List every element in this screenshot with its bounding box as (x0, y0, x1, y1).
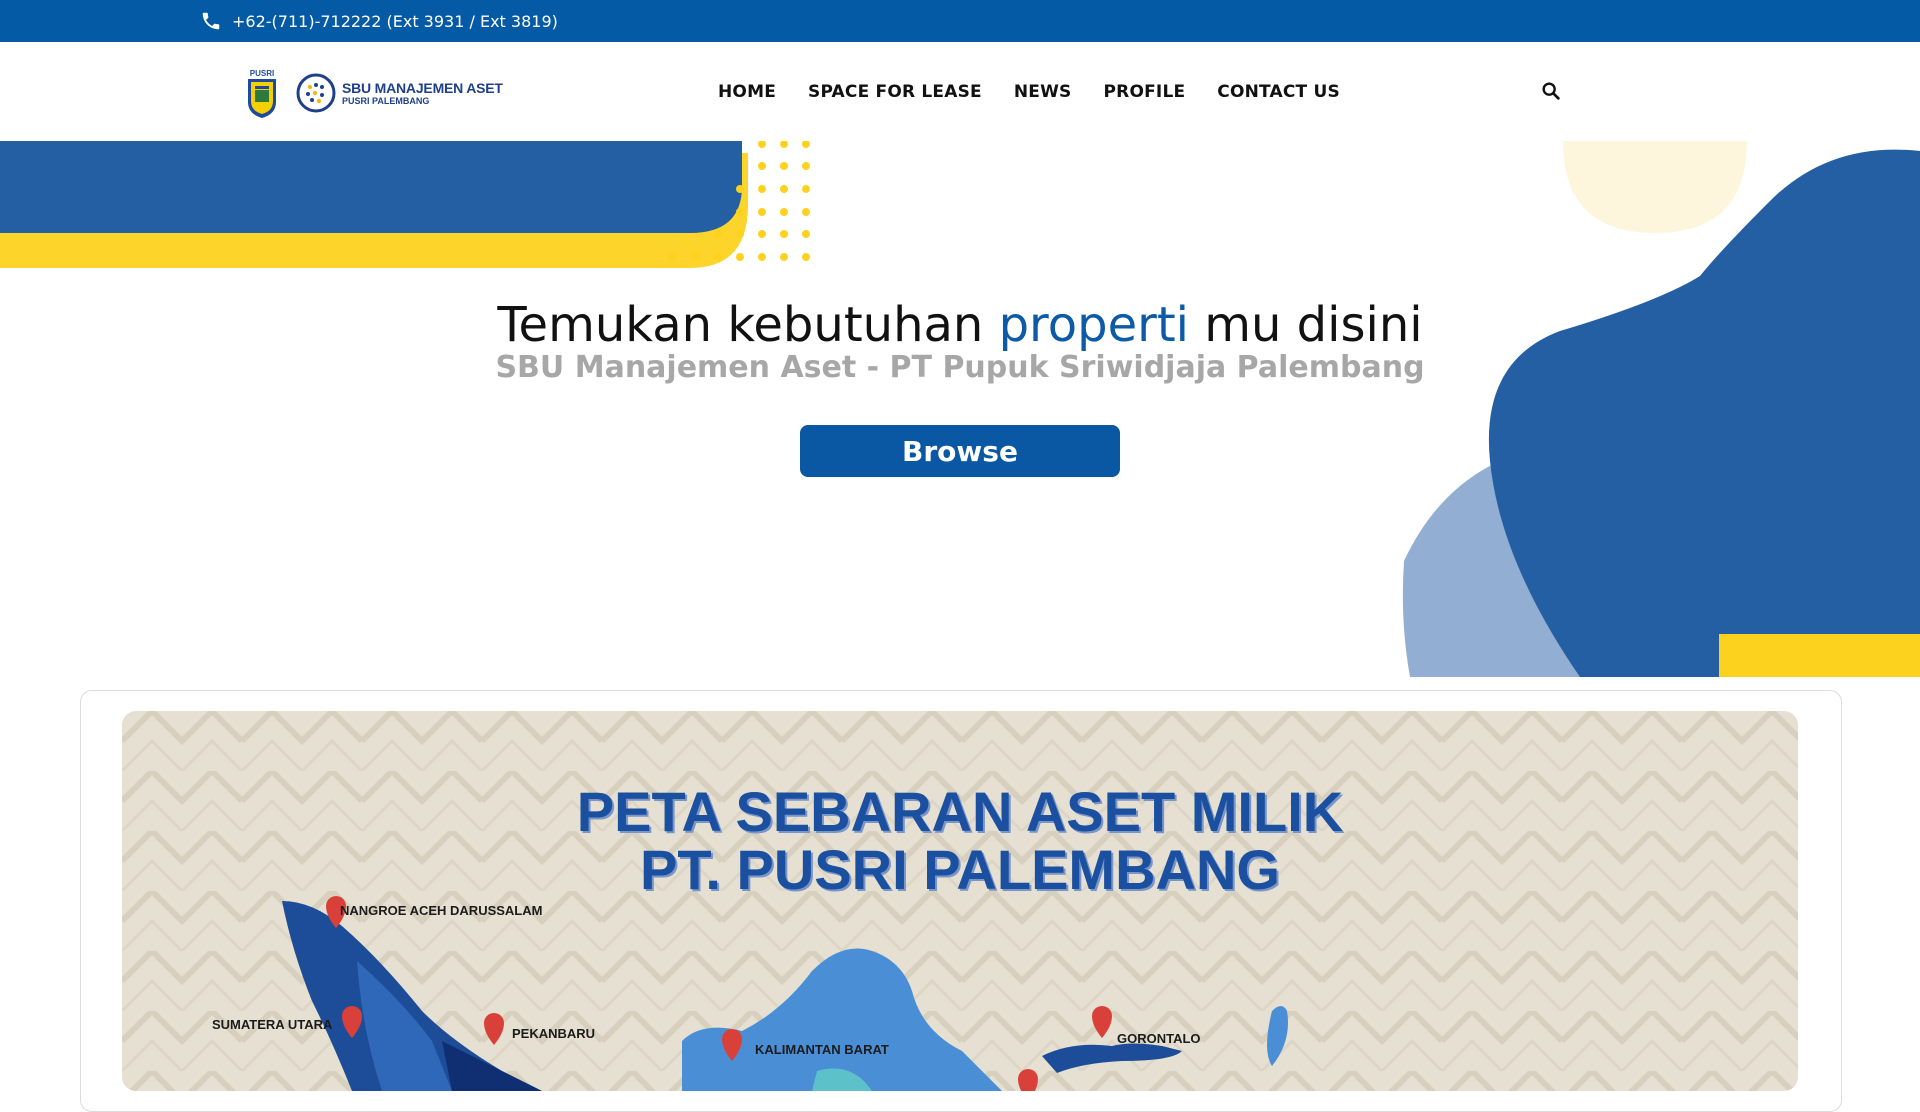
map-title-line2: PT. PUSRI PALEMBANG (640, 838, 1280, 901)
nav-menu: HOME SPACE FOR LEASE NEWS PROFILE CONTAC… (718, 80, 1340, 104)
hero-subtitle: SBU Manajemen Aset - PT Pupuk Sriwidjaja… (495, 350, 1425, 385)
hero-title-start: Temukan kebutuhan (497, 297, 999, 353)
hero-decoration (0, 141, 1920, 677)
nav-home[interactable]: HOME (718, 82, 776, 102)
search-icon[interactable] (1540, 80, 1562, 102)
map-label-sumatera-utara: SUMATERA UTARA (212, 1017, 333, 1032)
browse-button[interactable]: Browse (800, 425, 1120, 477)
map-label-aceh: NANGROE ACEH DARUSSALAM (340, 903, 543, 918)
sbu-title: SBU MANAJEMEN ASET (342, 79, 503, 96)
asset-map-image: PETA SEBARAN ASET MILIK PT. PUSRI PALEMB… (122, 711, 1798, 1091)
hero-section (0, 141, 1920, 677)
map-label-gorontalo: GORONTALO (1117, 1031, 1201, 1046)
phone-icon (202, 12, 220, 30)
pusri-logo: PUSRI (248, 68, 276, 118)
map-label-pekanbaru: PEKANBARU (512, 1026, 596, 1041)
map-title: PETA SEBARAN ASET MILIK PT. PUSRI PALEMB… (122, 783, 1798, 899)
svg-text:PUSRI: PUSRI (250, 69, 274, 78)
nav-space-for-lease[interactable]: SPACE FOR LEASE (808, 82, 982, 102)
hero-title-end: mu disini (1188, 297, 1423, 353)
top-contact-bar: +62-(711)-712222 (Ext 3931 / Ext 3819) (0, 0, 1920, 42)
hero-title: Temukan kebutuhan properti mu disini (0, 297, 1920, 353)
map-label-kalimantan-barat: KALIMANTAN BARAT (755, 1042, 889, 1057)
phone-number: +62-(711)-712222 (Ext 3931 / Ext 3819) (232, 11, 558, 31)
sbu-subtitle: PUSRI PALEMBANG (342, 95, 430, 106)
nav-contact-us[interactable]: CONTACT US (1217, 82, 1340, 102)
main-navbar: PUSRI SBU MANAJEMEN ASET PUSRI PALEMBANG (0, 42, 1920, 141)
phone-contact[interactable]: +62-(711)-712222 (Ext 3931 / Ext 3819) (200, 9, 558, 33)
nav-news[interactable]: NEWS (1014, 82, 1072, 102)
sbu-emblem-icon (296, 73, 336, 113)
nav-profile[interactable]: PROFILE (1104, 82, 1186, 102)
brand-logos[interactable]: PUSRI SBU MANAJEMEN ASET PUSRI PALEMBANG (246, 68, 503, 118)
indonesia-map-graphic (122, 711, 1798, 1091)
hero-title-accent: properti (998, 297, 1189, 353)
map-title-line1: PETA SEBARAN ASET MILIK (576, 780, 1344, 843)
sbu-logo: SBU MANAJEMEN ASET PUSRI PALEMBANG (296, 73, 503, 113)
